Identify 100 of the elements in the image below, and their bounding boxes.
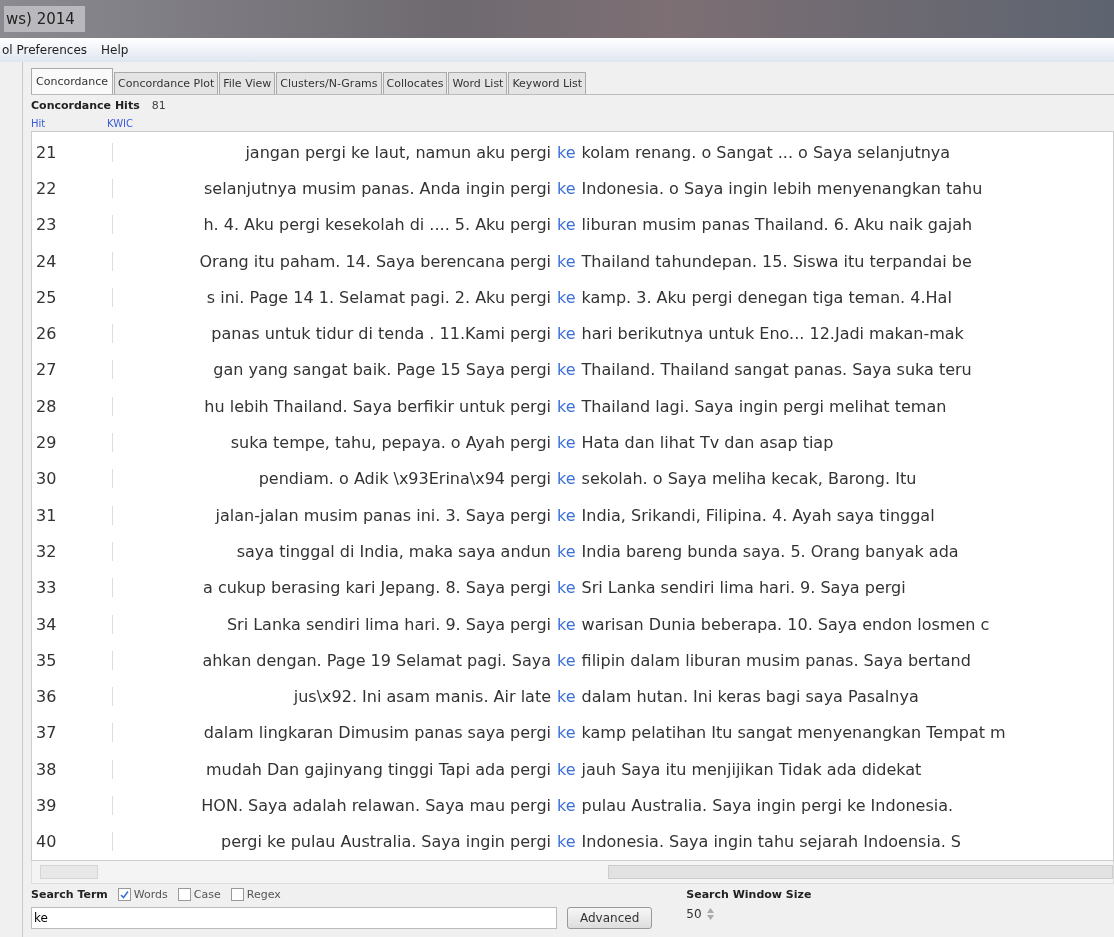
hit-number: 36 — [35, 687, 58, 707]
keyword: ke — [557, 215, 576, 235]
window-size-label: Search Window Size — [686, 887, 812, 901]
keyword: ke — [557, 578, 576, 598]
tab[interactable]: Concordance — [31, 68, 113, 94]
option-checkbox[interactable]: Case — [177, 887, 221, 901]
right-context: sekolah. o Saya meliha kecak, Barong. Itu — [581, 469, 917, 489]
hit-number: 35 — [35, 650, 58, 670]
menu-item[interactable]: Help — [101, 43, 129, 57]
right-context: hari berikutnya untuk Eno... 12.Jadi makan-mak — [581, 324, 964, 344]
tab[interactable]: Clusters/N-Grams — [276, 72, 382, 94]
right-context: Indonesia. Saya ingin tahu sejarah Indoensia. S — [581, 832, 961, 852]
keyword: ke — [557, 469, 576, 489]
hit-number: 23 — [35, 215, 58, 235]
hit-number: 33 — [35, 578, 58, 598]
hit-number: 39 — [35, 796, 58, 815]
hits-count: 81 — [151, 98, 166, 112]
tab[interactable]: Concordance Plot — [114, 72, 219, 94]
left-context: jalan-jalan musim panas ini. 3. Saya pergi — [214, 505, 551, 525]
keyword: ke — [557, 614, 576, 634]
left-context: pergi ke pulau Australia. Saya ingin pergi — [220, 832, 551, 852]
right-context: dalam hutan. Ini keras bagi saya Pasalnya — [581, 687, 919, 707]
search-field[interactable]: ke — [31, 906, 557, 929]
right-context: filipin dalam liburan musim panas. Saya bertand — [581, 650, 971, 670]
column-header[interactable]: KWIC — [107, 117, 307, 129]
keyword: ke — [557, 178, 576, 198]
left-context: jus\x92. Ini asam manis. Air late — [292, 687, 551, 707]
keyword: ke — [557, 650, 576, 670]
right-context: Thailand. Thailand sangat panas. Saya suka teru — [581, 360, 972, 380]
hit-number: 25 — [35, 287, 58, 307]
keyword: ke — [557, 251, 576, 271]
right-context: liburan musim panas Thailand. 6. Aku naik gajah — [581, 215, 973, 235]
right-context: kamp pelatihan Itu sangat menyenangkan Tempat m — [581, 723, 1006, 743]
hit-number: 40 — [35, 832, 58, 852]
hit-number: 37 — [35, 723, 58, 743]
hit-number: 29 — [35, 433, 58, 452]
hit-number: 31 — [35, 505, 58, 525]
hit-number: 38 — [35, 759, 58, 779]
left-context: jangan pergi ke laut, namun aku pergi — [244, 142, 551, 162]
right-context: Indonesia. o Saya ingin lebih menyenangkan tahu — [581, 178, 983, 198]
search-term-label: Search Term — [31, 887, 108, 901]
right-context: Thailand lagi. Saya ingin pergi melihat teman — [581, 396, 947, 416]
hit-number: 27 — [35, 360, 58, 380]
column-header[interactable]: Hit — [31, 117, 107, 129]
right-context: pulau Australia. Saya ingin pergi ke Indonesia. — [581, 796, 954, 815]
right-context: kolam renang. o Sangat ... o Saya selanjutnya — [581, 142, 951, 162]
left-context: Sri Lanka sendiri lima hari. 9. Saya pergi — [225, 614, 551, 634]
spinner-arrows-icon[interactable] — [705, 906, 715, 921]
left-context: s ini. Page 14 1. Selamat pagi. 2. Aku pergi — [205, 287, 551, 307]
option-checkbox[interactable]: Words — [117, 887, 168, 901]
hits-label: Concordance Hits — [31, 98, 140, 112]
advanced-button[interactable]: Advanced — [567, 906, 653, 929]
right-context: kamp. 3. Aku pergi denegan tiga teman. 4.Hal — [581, 287, 952, 307]
hit-number: 24 — [35, 251, 58, 271]
hit-number: 30 — [35, 469, 58, 489]
left-context: a cukup berasing kari Jepang. 8. Saya pergi — [202, 578, 551, 598]
keyword: ke — [557, 287, 576, 307]
left-context: selanjutnya musim panas. Anda ingin pergi — [203, 178, 551, 198]
left-context: hu lebih Thailand. Saya berfikir untuk pergi — [203, 396, 551, 416]
right-context: Hata dan lihat Tv dan asap tiap — [581, 433, 834, 452]
menu-item[interactable]: ol Preferences — [2, 43, 88, 57]
left-context: Orang itu paham. 14. Saya berencana pergi — [198, 251, 551, 271]
left-context: saya tinggal di India, maka saya andun — [235, 541, 551, 561]
hit-number: 21 — [35, 142, 58, 162]
left-context: mudah Dan gajinyang tinggi Tapi ada pergi — [205, 759, 551, 779]
keyword: ke — [557, 541, 576, 561]
keyword: ke — [557, 759, 576, 779]
left-context: panas untuk tidur di tenda . 11.Kami pergi — [210, 324, 551, 344]
hit-number: 22 — [35, 178, 58, 198]
keyword: ke — [557, 796, 576, 815]
keyword: ke — [557, 142, 576, 162]
right-context: India bareng bunda saya. 5. Orang banyak ada — [581, 541, 959, 561]
right-context: warisan Dunia beberapa. 10. Saya endon losmen c — [581, 614, 990, 634]
left-context: h. 4. Aku pergi kesekolah di .... 5. Aku pergi — [202, 215, 551, 235]
window-size-spinner[interactable]: 50 — [686, 906, 812, 921]
right-context: Thailand tahundepan. 15. Siswa itu terpandai be — [581, 251, 972, 271]
tab[interactable]: Word List — [448, 72, 508, 94]
keyword: ke — [557, 723, 576, 743]
right-context: India, Srikandi, Filipina. 4. Ayah saya tinggal — [581, 505, 935, 525]
tab[interactable]: Collocates — [382, 72, 448, 94]
tab[interactable]: Keyword List — [508, 72, 587, 94]
hit-number: 26 — [35, 324, 58, 344]
keyword: ke — [557, 433, 576, 452]
keyword: ke — [557, 360, 576, 380]
keyword: ke — [557, 687, 576, 707]
keyword: ke — [557, 396, 576, 416]
keyword: ke — [557, 324, 576, 344]
hit-number: 32 — [35, 541, 58, 561]
hit-number: 34 — [35, 614, 58, 634]
tab[interactable]: File View — [219, 72, 276, 94]
left-context: pendiam. o Adik \x93Erina\x94 pergi — [257, 469, 551, 489]
left-context: gan yang sangat baik. Page 15 Saya pergi — [212, 360, 551, 380]
hit-number: 28 — [35, 396, 58, 416]
option-checkbox[interactable]: Regex — [230, 887, 281, 901]
left-context: HON. Saya adalah relawan. Saya mau pergi — [200, 796, 551, 815]
keyword: ke — [557, 505, 576, 525]
right-context: Sri Lanka sendiri lima hari. 9. Saya pergi — [581, 578, 906, 598]
left-context: ahkan dengan. Page 19 Selamat pagi. Saya — [201, 650, 551, 670]
check-icon — [119, 889, 129, 899]
keyword: ke — [557, 832, 576, 852]
